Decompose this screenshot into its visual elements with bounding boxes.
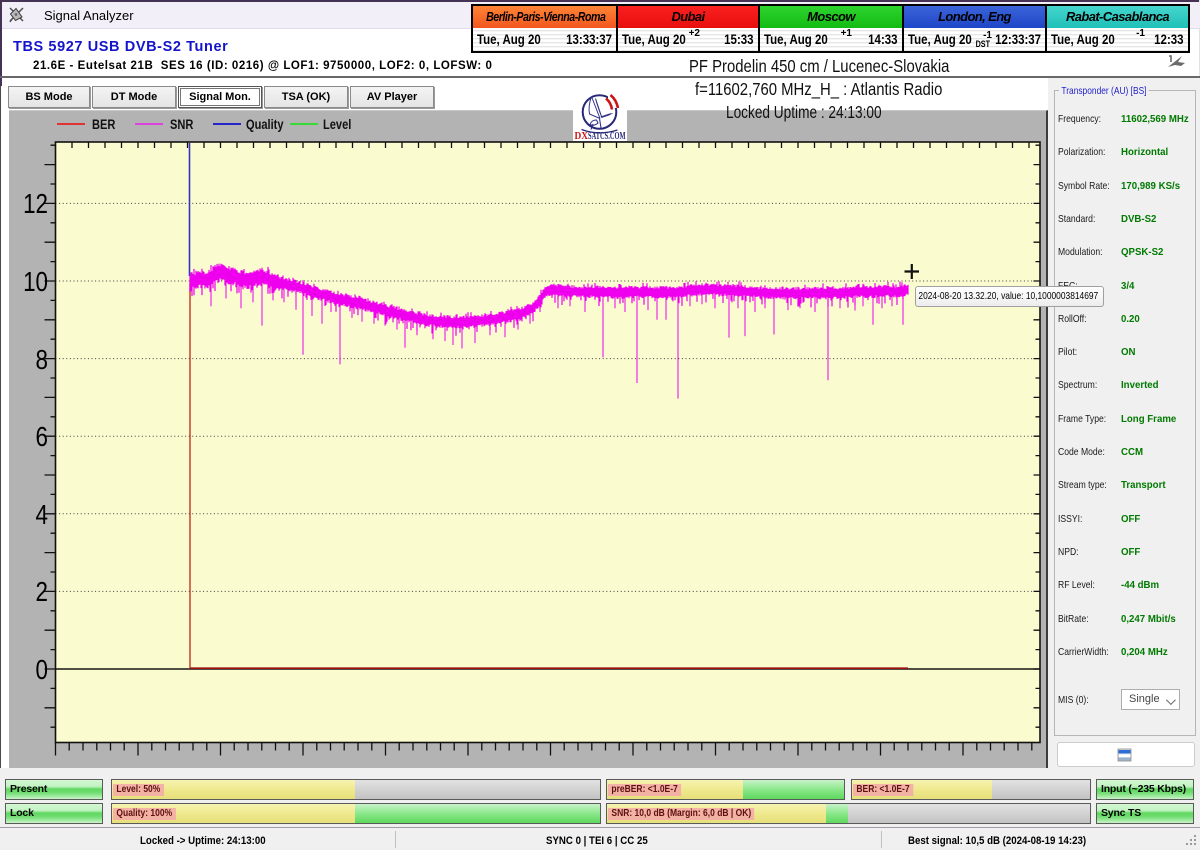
svg-text:DX: DX (575, 131, 589, 141)
svg-text:SATCS.COM: SATCS.COM (588, 131, 626, 141)
